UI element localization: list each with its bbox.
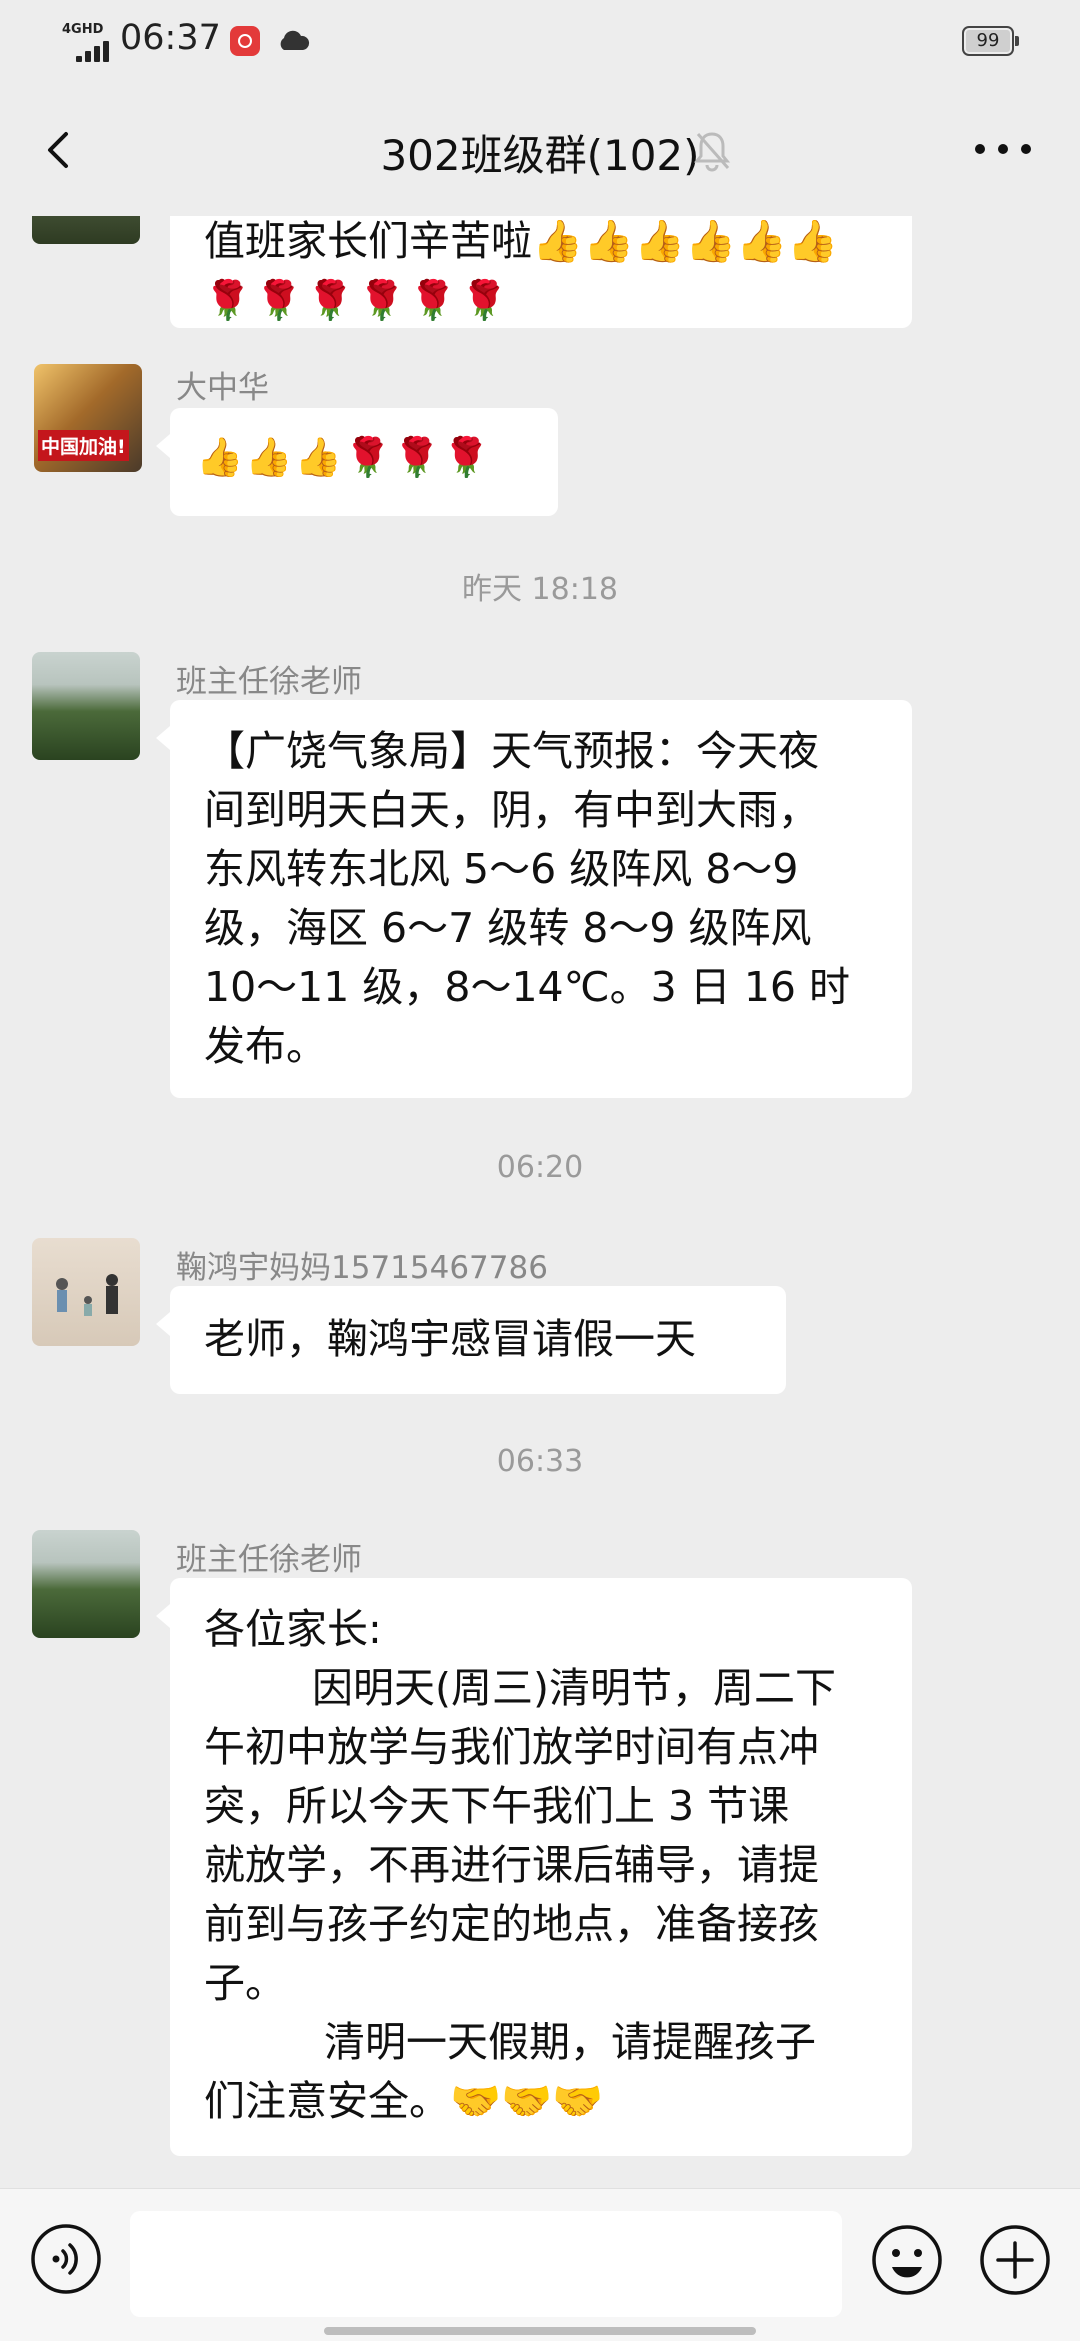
emoji-icon[interactable] xyxy=(870,2223,944,2297)
message-text: 老师，鞠鸿宇感冒请假一天 xyxy=(204,1315,696,1363)
voice-icon[interactable] xyxy=(30,2223,102,2295)
message-line: 们注意安全。🤝🤝🤝 xyxy=(204,2077,604,2125)
sender-name: 班主任徐老师 xyxy=(176,664,362,700)
more-dots-icon[interactable] xyxy=(968,124,1038,174)
message-line: 突，所以今天下午我们上 3 节课 xyxy=(204,1782,790,1830)
network-type: 4GHD xyxy=(62,22,104,37)
message-line: 各位家长: xyxy=(204,1605,382,1653)
message-bubble[interactable]: 【广饶气象局】天气预报：今天夜 间到明天白天，阴，有中到大雨， 东风转东北风 5… xyxy=(156,700,912,1098)
message-bubble[interactable]: 老师，鞠鸿宇感冒请假一天 xyxy=(156,1286,786,1394)
input-bar xyxy=(0,2188,1080,2341)
battery-icon: 99 xyxy=(962,26,1019,56)
avatar[interactable] xyxy=(32,652,140,760)
chat-title: 302班级群(102) xyxy=(380,131,700,180)
status-bar: 4GHD 06:37 99 xyxy=(0,0,1080,84)
timestamp: 昨天 18:18 xyxy=(462,572,618,607)
message-line: 发布。 xyxy=(204,1022,327,1070)
sender-name: 大中华 xyxy=(176,370,269,406)
message-text: 🌹🌹🌹🌹🌹🌹 xyxy=(204,278,512,322)
message-bubble[interactable]: 各位家长: 因明天(周三)清明节，周二下 午初中放学与我们放学时间有点冲 突，所… xyxy=(156,1578,912,2156)
message-line: 10～11 级，8～14℃。3 日 16 时 xyxy=(204,963,851,1011)
plus-circle-icon[interactable] xyxy=(978,2223,1052,2297)
message-line: 东风转东北风 5～6 级阵风 8～9 xyxy=(204,845,799,893)
avatar[interactable] xyxy=(32,1530,140,1638)
home-indicator[interactable] xyxy=(324,2327,756,2335)
bell-off-icon xyxy=(693,132,731,172)
message-text: 👍👍👍🌹🌹🌹 xyxy=(196,435,492,479)
message-line: 清明一天假期，请提醒孩子 xyxy=(324,2018,816,2066)
message-line: 子。 xyxy=(204,1959,286,2007)
chevron-left-icon[interactable] xyxy=(30,120,90,180)
signal-icon: 4GHD xyxy=(62,22,114,62)
avatar[interactable] xyxy=(32,216,140,244)
timestamp: 06:20 xyxy=(496,1150,584,1185)
message-line: 间到明天白天，阴，有中到大雨， xyxy=(204,786,819,834)
message-line: 前到与孩子约定的地点，准备接孩 xyxy=(204,1900,819,1948)
message-bubble[interactable]: 👍👍👍🌹🌹🌹 xyxy=(156,408,558,516)
sender-name: 班主任徐老师 xyxy=(176,1542,362,1578)
message-text: 值班家长们辛苦啦👍👍👍👍👍👍 xyxy=(204,217,839,265)
status-time: 06:37 xyxy=(120,18,221,58)
family-illustration xyxy=(56,1274,118,1316)
avatar[interactable]: 中国加油! xyxy=(34,364,142,472)
app-notification-icon xyxy=(230,26,260,56)
chat-header: 302班级群(102) xyxy=(0,84,1080,216)
avatar[interactable] xyxy=(32,1238,140,1346)
cloud-icon xyxy=(280,30,310,50)
timestamp: 06:33 xyxy=(496,1444,584,1479)
message-list[interactable]: 值班家长们辛苦啦👍👍👍👍👍👍 🌹🌹🌹🌹🌹🌹 中国加油! 大中华 👍👍👍🌹🌹🌹 昨… xyxy=(0,216,1080,2188)
message-bubble[interactable]: 值班家长们辛苦啦👍👍👍👍👍👍 🌹🌹🌹🌹🌹🌹 xyxy=(170,216,912,328)
message-input[interactable] xyxy=(130,2211,842,2317)
message-line: 【广饶气象局】天气预报：今天夜 xyxy=(204,727,819,775)
sender-name: 鞠鸿宇妈妈15715467786 xyxy=(176,1250,548,1286)
avatar-label: 中国加油! xyxy=(38,430,129,461)
message-line: 就放学，不再进行课后辅导，请提 xyxy=(204,1841,819,1889)
message-line: 午初中放学与我们放学时间有点冲 xyxy=(204,1723,819,1771)
message-line: 因明天(周三)清明节，周二下 xyxy=(312,1664,836,1712)
message-line: 级，海区 6～7 级转 8～9 级阵风 xyxy=(204,904,812,952)
battery-level: 99 xyxy=(976,30,1000,51)
